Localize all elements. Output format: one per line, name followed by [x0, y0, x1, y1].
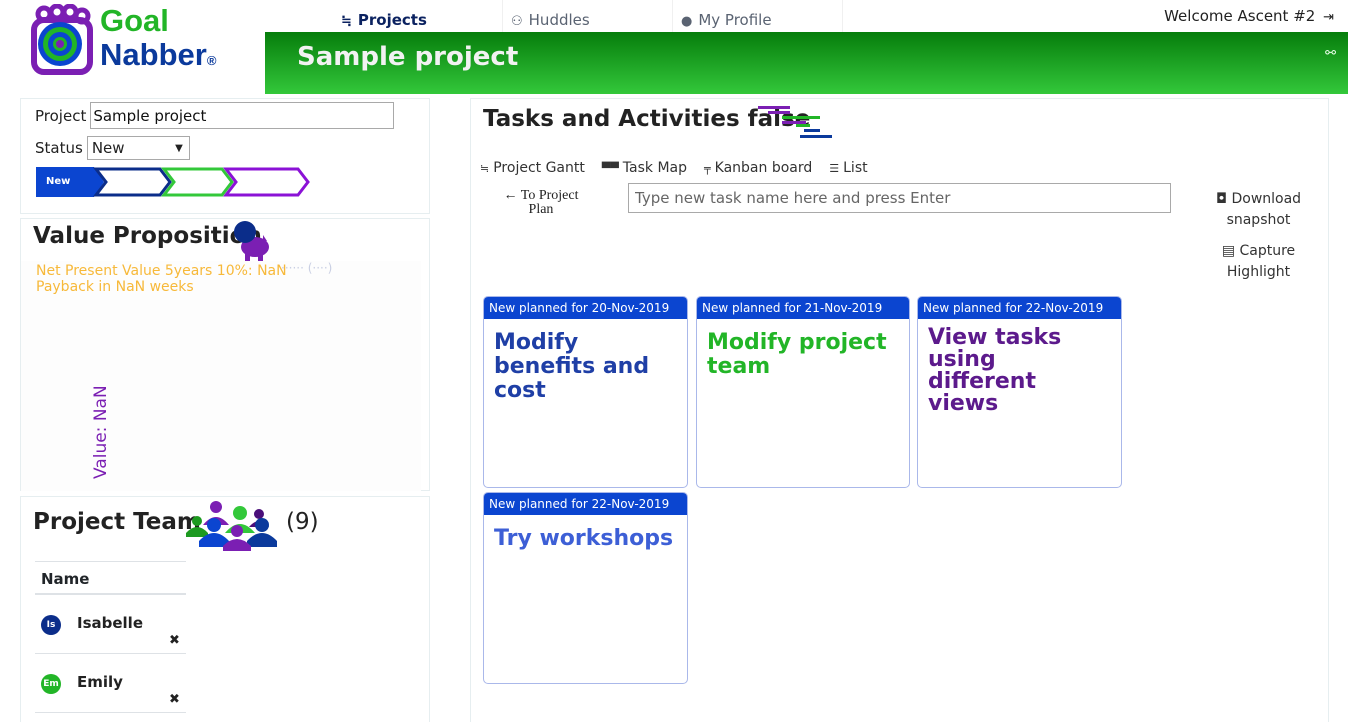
- piggy-bank-icon: [234, 221, 269, 261]
- people-icon: ⚇: [511, 14, 523, 29]
- task-card-title: Modify benefits and cost: [494, 330, 650, 403]
- task-card-header: New planned for 22-Nov-2019: [918, 297, 1121, 319]
- team-member-row[interactable]: Is Isabelle ✖: [35, 595, 186, 654]
- list-icon: ☰: [829, 161, 840, 175]
- status-value: New: [91, 139, 125, 157]
- remove-member-icon[interactable]: ✖: [169, 692, 180, 707]
- gantt-chart-icon: [758, 106, 832, 138]
- nav-huddles-label: Huddles: [528, 11, 590, 29]
- view-project-gantt-label: Project Gantt: [493, 160, 585, 176]
- team-table: Name Is Isabelle ✖ Em Emily ✖: [35, 561, 186, 713]
- top-navigation: ≒ Projects ⚇ Huddles ● My Profile: [333, 0, 843, 32]
- project-label: Project: [35, 106, 87, 125]
- chart-legend-text: ······ (····): [281, 261, 333, 275]
- logo-goal-text: Goal: [100, 3, 169, 38]
- task-map-icon: ▀▀: [601, 161, 619, 175]
- to-project-plan-link[interactable]: ← To Project Plan: [501, 189, 581, 217]
- view-kanban-board[interactable]: ╤ Kanban board: [704, 160, 812, 176]
- logout-icon[interactable]: ⇥: [1323, 10, 1334, 25]
- value-chart: Net Present Value 5years 10%: NaN Paybac…: [21, 261, 421, 491]
- member-name: Isabelle: [77, 614, 143, 632]
- team-switch-icon[interactable]: ⚯: [1325, 46, 1336, 61]
- download-snapshot-button[interactable]: ◘ Download snapshot: [1201, 189, 1316, 231]
- project-banner: Sample project ⚯: [265, 32, 1348, 94]
- nav-projects[interactable]: ≒ Projects: [333, 0, 503, 32]
- download-snapshot-label: Download snapshot: [1226, 191, 1302, 228]
- view-task-map-label: Task Map: [622, 160, 688, 176]
- view-task-map[interactable]: ▀▀ Task Map: [602, 160, 687, 176]
- member-name: Emily: [77, 673, 123, 691]
- stage-3: [160, 167, 234, 197]
- team-count: (9): [286, 509, 319, 535]
- avatar: Is: [41, 615, 61, 635]
- user-circle-icon: ●: [681, 14, 693, 29]
- view-kanban-board-label: Kanban board: [714, 160, 813, 176]
- status-stage-progress: New: [36, 167, 316, 197]
- camera-icon: ◘: [1215, 191, 1228, 207]
- new-task-input[interactable]: [628, 183, 1171, 213]
- capture-icon: ▤: [1221, 243, 1236, 259]
- task-card-title: Modify project team: [707, 330, 887, 379]
- nav-my-profile[interactable]: ● My Profile: [673, 0, 843, 32]
- caret-down-icon: ▼: [175, 142, 183, 154]
- project-team-title: Project Team: [33, 509, 201, 535]
- welcome-user: Welcome Ascent #2 ⇥: [1164, 7, 1334, 25]
- side-actions: ◘ Download snapshot ▤ Capture Highlight: [1201, 189, 1316, 293]
- task-card-title: Try workshops: [494, 526, 674, 551]
- stage-4: [222, 167, 310, 197]
- status-label: Status: [35, 139, 83, 157]
- task-card-header: New planned for 20-Nov-2019: [484, 297, 687, 319]
- registered-mark: ®: [206, 53, 217, 68]
- tasks-panel: Tasks and Activities false ≒ Project Gan…: [470, 98, 1329, 722]
- view-project-gantt[interactable]: ≒ Project Gantt: [480, 160, 585, 176]
- app-logo[interactable]: Goal Nabber®: [30, 4, 230, 76]
- logo-nabber-text: Nabber®: [100, 37, 217, 72]
- value-proposition-title: Value Proposition: [33, 223, 262, 249]
- name-column-header[interactable]: Name: [35, 561, 186, 595]
- view-list-label: List: [843, 160, 868, 176]
- avatar: Em: [41, 674, 61, 694]
- nav-my-profile-label: My Profile: [698, 11, 772, 29]
- team-member-row[interactable]: Em Emily ✖: [35, 654, 186, 713]
- remove-member-icon[interactable]: ✖: [169, 633, 180, 648]
- stage-2: [92, 167, 172, 197]
- welcome-text: Welcome Ascent #2: [1164, 7, 1316, 25]
- capture-highlight-button[interactable]: ▤ Capture Highlight: [1201, 241, 1316, 283]
- gantt-icon: ≒: [480, 161, 490, 175]
- task-card-header: New planned for 22-Nov-2019: [484, 493, 687, 515]
- view-list[interactable]: ☰ List: [829, 160, 867, 176]
- value-axis-label: Value: NaN: [91, 385, 111, 479]
- task-card[interactable]: New planned for 22-Nov-2019 View tasks u…: [917, 296, 1122, 488]
- kanban-icon: ╤: [704, 161, 711, 175]
- nav-projects-label: Projects: [357, 11, 427, 29]
- task-card[interactable]: New planned for 22-Nov-2019 Try workshop…: [483, 492, 688, 684]
- project-panel: Project Status New ▼ New: [20, 98, 430, 214]
- task-card[interactable]: New planned for 21-Nov-2019 Modify proje…: [696, 296, 910, 488]
- task-card[interactable]: New planned for 20-Nov-2019 Modify benef…: [483, 296, 688, 488]
- stage-new-label: New: [46, 176, 71, 187]
- capture-highlight-label: Capture Highlight: [1226, 243, 1296, 280]
- value-proposition-panel: Value Proposition Net Present Value 5yea…: [20, 218, 430, 491]
- project-team-panel: Project Team (9) Name Is Isabelle ✖ Em E…: [20, 496, 430, 722]
- status-select[interactable]: New ▼: [86, 136, 190, 160]
- npv-text: Net Present Value 5years 10%: NaN: [36, 263, 287, 279]
- fist-target-icon: [31, 4, 93, 75]
- team-group-icon: [186, 501, 277, 551]
- nav-huddles[interactable]: ⚇ Huddles: [503, 0, 673, 32]
- view-switcher: ≒ Project Gantt ▀▀ Task Map ╤ Kanban boa…: [480, 160, 885, 176]
- gantt-steps-icon: ≒: [341, 14, 352, 29]
- payback-text: Payback in NaN weeks: [36, 279, 194, 295]
- banner-title: Sample project: [297, 42, 519, 72]
- project-name-input[interactable]: [90, 102, 395, 129]
- task-card-title: View tasks using different views: [928, 325, 1062, 416]
- task-card-header: New planned for 21-Nov-2019: [697, 297, 909, 319]
